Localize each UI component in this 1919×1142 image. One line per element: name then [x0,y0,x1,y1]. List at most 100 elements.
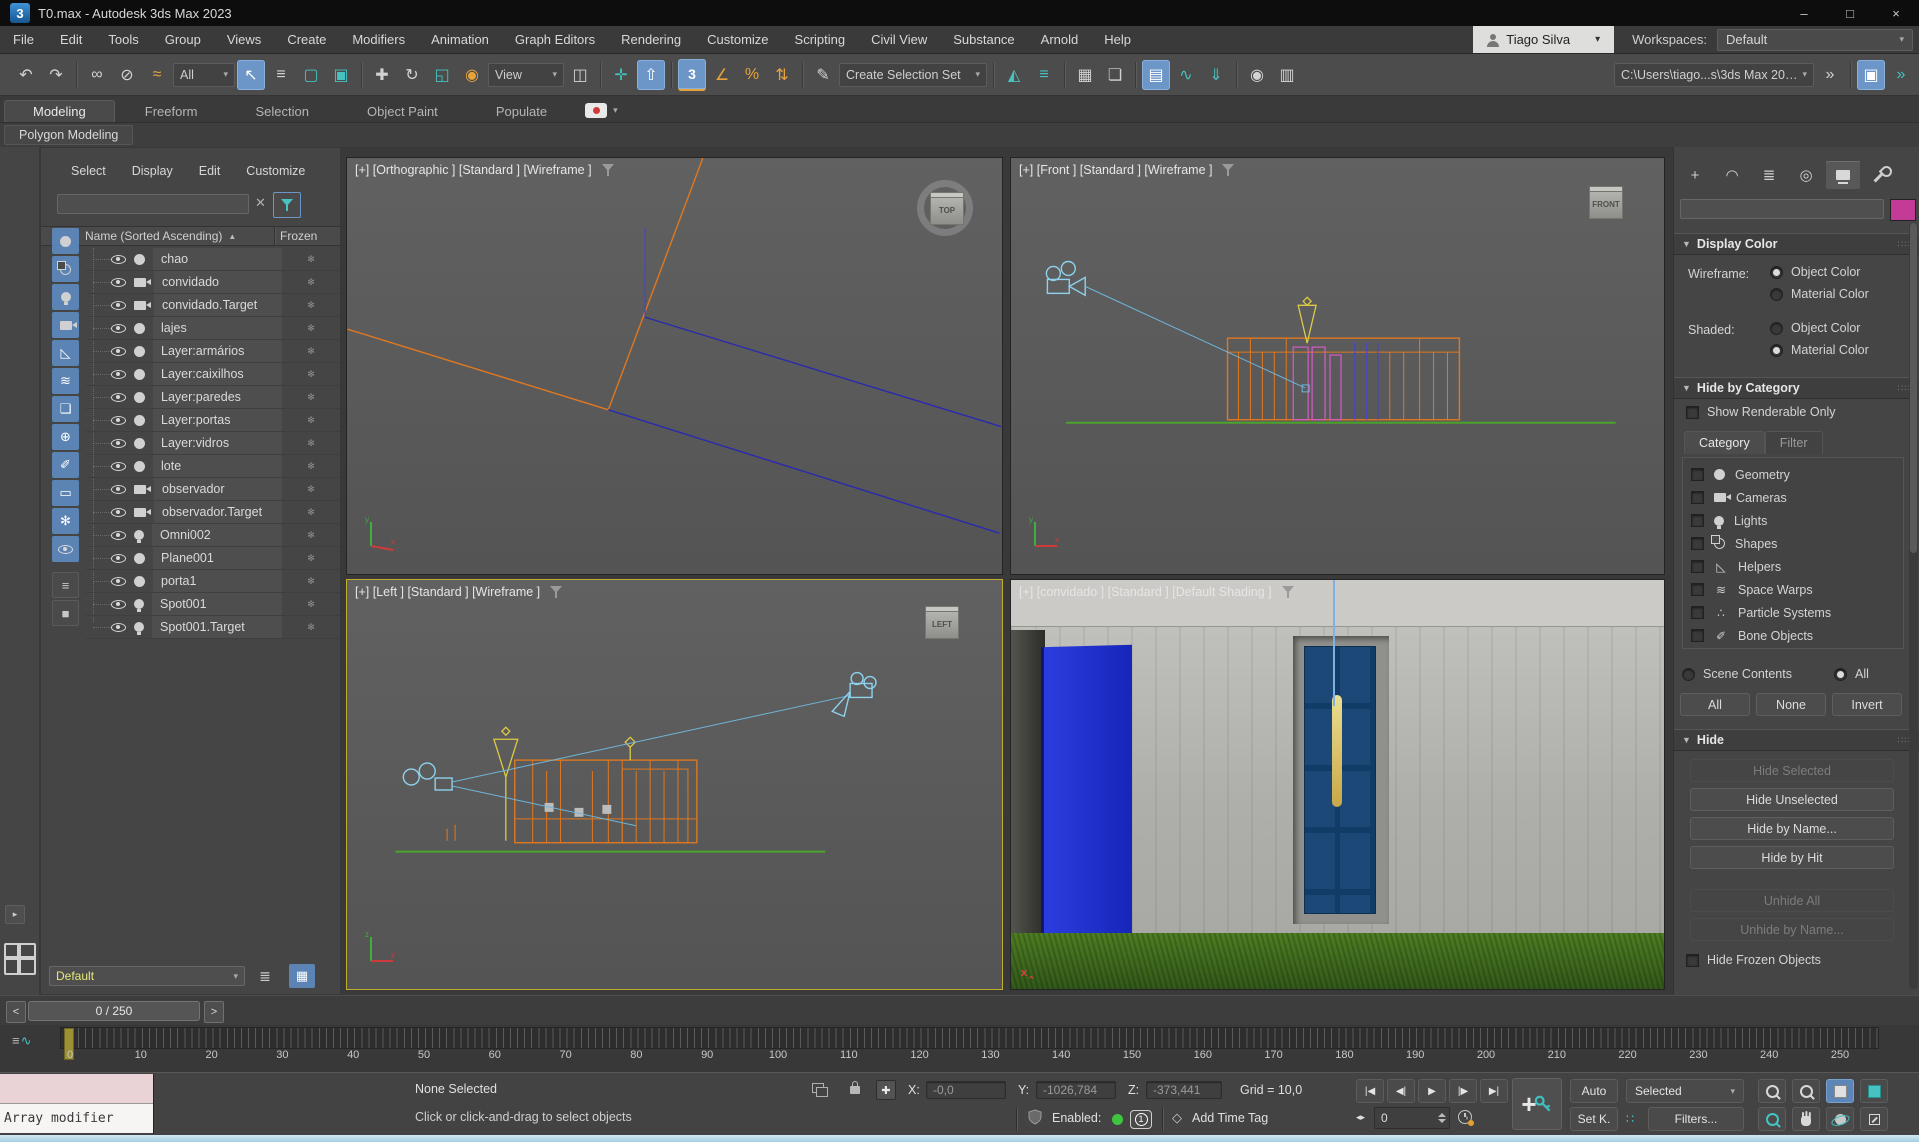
rendered-scene[interactable]: x‸ [1011,580,1664,989]
frozen-toggle-icon[interactable]: ✻ [282,323,340,334]
wireframe-object-color-radio[interactable]: Object Color [1770,265,1860,279]
undo-button[interactable]: ↶ [12,60,40,90]
frame-spinner[interactable] [1438,1113,1449,1123]
scene-contents-radio[interactable]: Scene Contents [1682,667,1792,681]
display-xrefs-toggle[interactable]: ▭ [52,480,79,506]
select-by-name-button[interactable]: ≡ [267,60,295,90]
reference-coordinate-dropdown[interactable]: View ▾ [488,62,564,87]
viewport-layout-grid-icon[interactable] [4,943,36,975]
select-and-rotate-button[interactable]: ↻ [398,60,426,90]
close-button[interactable]: × [1873,0,1919,26]
layer-stack-button[interactable]: ≣ [253,965,277,987]
track-bar[interactable]: ∿ 0 10 20 30 40 50 60 70 80 90 100 110 120 130 140 150 1… [0,1025,1919,1072]
panel-scrollbar[interactable] [1909,223,1918,989]
notification-badge[interactable]: 1 [1130,1110,1152,1129]
toggle-scene-explorer-button[interactable]: ▦ [1071,60,1099,90]
display-containers-toggle[interactable]: ⊕ [52,424,79,450]
viewport-label[interactable]: [+] [Front ] [Standard ] [Wireframe ] [1019,163,1212,177]
explorer-list-view-button[interactable]: ≡ [52,572,79,598]
menu-views[interactable]: Views [214,26,274,54]
viewport-filter-icon[interactable] [550,586,563,598]
next-frame-slider-button[interactable]: > [204,1001,224,1023]
display-lights-toggle[interactable] [52,284,79,310]
display-groups-toggle[interactable]: ❏ [52,396,79,422]
scrollbar-thumb[interactable] [1910,223,1917,553]
menu-modifiers[interactable]: Modifiers [339,26,418,54]
category-row-helpers[interactable]: ◺ Helpers [1683,555,1903,578]
select-and-scale-button[interactable]: ◱ [428,60,456,90]
display-shapes-toggle[interactable] [52,256,79,282]
snaps-toggle-button[interactable]: 3 [678,58,706,91]
checkbox-icon[interactable] [1691,537,1704,550]
hide-selected-button[interactable]: Hide Selected [1690,759,1894,782]
all-button[interactable]: All [1680,693,1750,716]
pan-button[interactable] [1792,1107,1820,1131]
show-renderable-only-checkbox[interactable]: Show Renderable Only [1686,405,1836,419]
edit-named-selections-button[interactable]: ✎ [809,60,837,90]
selected-filter-dropdown[interactable]: Selected ▾ [1626,1079,1744,1103]
scene-object-row[interactable]: Spot001.Target ✻ [85,616,340,639]
display-helpers-toggle[interactable]: ◺ [52,340,79,366]
category-row-lights[interactable]: Lights [1683,509,1903,532]
shield-icon[interactable] [1028,1109,1042,1125]
checkbox-icon[interactable] [1691,491,1704,504]
search-filter-button[interactable] [273,192,301,218]
hide-by-name-button[interactable]: Hide by Name... [1690,817,1894,840]
menu-file[interactable]: File [0,26,47,54]
explorer-blank-tile[interactable]: ■ [52,600,79,626]
object-color-swatch[interactable] [1890,199,1916,221]
frozen-toggle-icon[interactable]: ✻ [282,392,340,403]
explorer-menu-display[interactable]: Display [132,164,173,178]
minimize-button[interactable]: – [1781,0,1827,26]
unlink-selection-button[interactable]: ⊘ [113,60,141,90]
menu-customize[interactable]: Customize [694,26,781,54]
hide-by-hit-button[interactable]: Hide by Hit [1690,846,1894,869]
hide-unselected-button[interactable]: Hide Unselected [1690,788,1894,811]
key-filters-button[interactable]: Filters... [1648,1107,1744,1131]
render-flyout-button[interactable]: » [1887,60,1915,90]
absolute-mode-toggle[interactable]: ✚ [876,1080,896,1100]
viewport-camera-convidado[interactable]: x‸ [+] [convidado ] [Standard ] [Default… [1010,579,1665,990]
material-editor-button[interactable]: ◉ [1243,60,1271,90]
toggle-layer-explorer-button[interactable]: ❏ [1101,60,1129,90]
project-folder-dropdown[interactable]: C:\Users\tiago...s\3ds Max 2023 ▾ [1614,62,1814,87]
eye-icon[interactable] [111,622,126,632]
workspace-dropdown[interactable]: Default ▾ [1717,28,1913,51]
frozen-column-header[interactable]: Frozen [275,229,340,243]
time-configuration-icon[interactable] [1458,1110,1474,1126]
current-frame-field[interactable]: 0 [1374,1107,1450,1129]
category-row-particle-systems[interactable]: ∴ Particle Systems [1683,601,1903,624]
frozen-toggle-icon[interactable]: ✻ [282,622,340,633]
select-and-move-button[interactable]: ✚ [368,60,396,90]
modify-tab[interactable]: ◠ [1715,161,1749,189]
chevron-down-icon[interactable]: ▾ [613,105,618,116]
checkbox-icon[interactable] [1691,583,1704,596]
curve-editor-button[interactable]: ∿ [1172,60,1200,90]
frozen-toggle-icon[interactable]: ✻ [282,484,340,495]
select-and-manipulate-button[interactable]: ✛ [607,60,635,90]
ribbon-tab-modeling[interactable]: Modeling [4,100,115,122]
unhide-by-name-button[interactable]: Unhide by Name... [1690,918,1894,941]
scene-object-row[interactable]: observador ✻ [85,478,340,501]
scene-object-row[interactable]: convidado ✻ [85,271,340,294]
key-filters-icon[interactable]: ∷ [1626,1111,1634,1126]
zoom-button[interactable] [1758,1079,1786,1103]
viewport-filter-icon[interactable] [1222,164,1235,176]
menu-tools[interactable]: Tools [95,26,151,54]
none-button[interactable]: None [1756,693,1826,716]
display-geometry-toggle[interactable] [52,228,79,254]
zoom-extents-button[interactable] [1826,1079,1854,1103]
viewcube[interactable]: TOP [930,192,964,225]
shaded-object-color-radio[interactable]: Object Color [1770,321,1860,335]
hbc-tab-filter[interactable]: Filter [1764,431,1823,454]
scene-object-row[interactable]: Layer:caixilhos ✻ [85,363,340,386]
auto-window-button[interactable]: ▦ [289,964,315,988]
bind-to-space-warp-button[interactable]: ≈ [143,60,171,90]
viewport-filter-icon[interactable] [1281,586,1294,598]
ribbon-tab-populate[interactable]: Populate [468,101,575,122]
populate-media-icon[interactable] [585,103,608,118]
viewport-filter-icon[interactable] [601,164,614,176]
eye-icon[interactable] [111,277,126,287]
eye-icon[interactable] [111,369,126,379]
eye-icon[interactable] [111,507,126,517]
